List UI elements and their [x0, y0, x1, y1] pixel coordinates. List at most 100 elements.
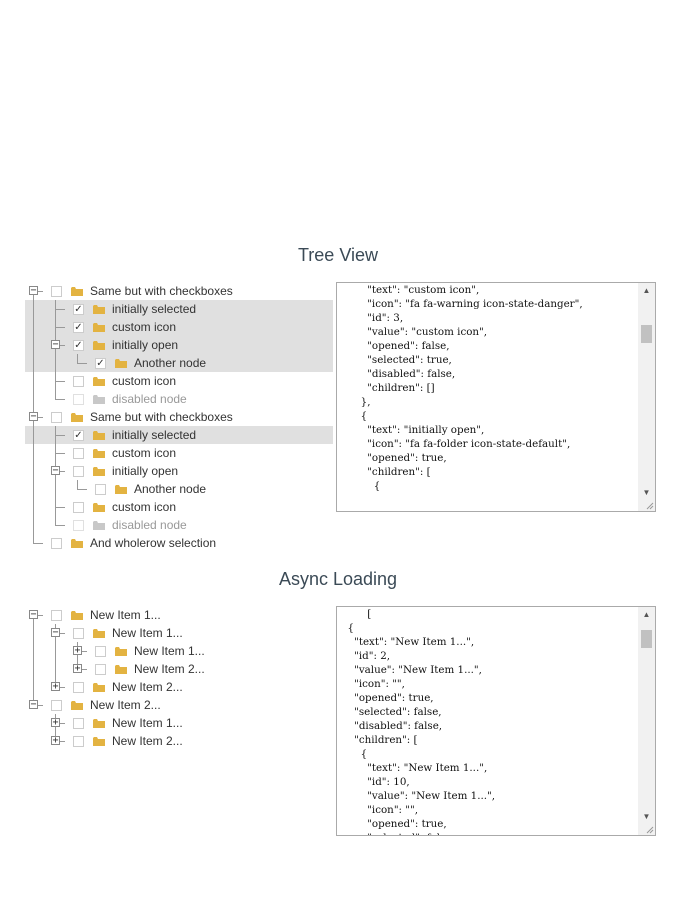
collapse-icon[interactable]: − — [29, 609, 38, 619]
tree-node[interactable]: − ✓ initially open — [25, 336, 333, 354]
collapse-icon[interactable]: − — [51, 465, 60, 475]
json-text: "text": "custom icon", "icon": "fa fa-wa… — [360, 284, 583, 492]
tree-node[interactable]: custom icon — [25, 372, 333, 390]
tree-line — [33, 543, 43, 544]
tree-node[interactable]: custom icon — [25, 444, 333, 462]
checkbox[interactable]: ✓ — [95, 358, 106, 369]
tree-node[interactable]: ✓ initially selected — [25, 300, 333, 318]
checkbox[interactable] — [73, 718, 84, 729]
node-label: Another node — [134, 356, 207, 370]
node-label: New Item 2... — [112, 734, 183, 748]
node-label: custom icon — [112, 374, 177, 388]
tree-node[interactable]: − Same but with checkboxes — [25, 408, 333, 426]
checkbox[interactable] — [73, 520, 84, 531]
node-label: Same but with checkboxes — [90, 284, 233, 298]
scroll-thumb[interactable] — [641, 324, 652, 343]
scroll-thumb[interactable] — [641, 629, 652, 648]
expand-icon[interactable]: + — [73, 663, 82, 673]
checkbox[interactable]: ✓ — [73, 340, 84, 351]
scrollbar[interactable]: ▲ ▼ — [638, 283, 655, 511]
tree-line — [77, 354, 78, 363]
folder-icon — [71, 539, 83, 548]
tree-node[interactable]: − New Item 2... — [25, 696, 333, 714]
checkbox[interactable] — [73, 736, 84, 747]
tree-line — [33, 300, 34, 318]
checkbox[interactable] — [51, 538, 62, 549]
tree-line — [55, 354, 56, 372]
tree-node[interactable]: − Same but with checkboxes — [25, 282, 333, 300]
node-label: initially open — [112, 464, 179, 478]
tree-node[interactable]: + New Item 2... — [25, 732, 333, 750]
collapse-icon[interactable]: − — [51, 339, 60, 349]
tree-node[interactable]: custom icon — [25, 498, 333, 516]
checkbox[interactable] — [51, 286, 62, 297]
expand-icon[interactable]: + — [51, 717, 60, 727]
resize-grip-icon[interactable] — [644, 500, 654, 510]
collapse-icon[interactable]: − — [29, 411, 38, 421]
tree-line — [33, 624, 34, 642]
folder-icon — [93, 629, 105, 638]
checkbox[interactable] — [95, 646, 106, 657]
tree-node[interactable]: + New Item 2... — [25, 678, 333, 696]
checkbox[interactable] — [73, 448, 84, 459]
scroll-down-icon[interactable]: ▼ — [638, 485, 655, 499]
tree-node[interactable]: ✓ custom icon — [25, 318, 333, 336]
checkbox[interactable] — [95, 664, 106, 675]
checkbox[interactable] — [73, 394, 84, 405]
tree-node[interactable]: − initially open — [25, 462, 333, 480]
scroll-down-icon[interactable]: ▼ — [638, 809, 655, 823]
checkbox[interactable] — [51, 610, 62, 621]
tree-view-title: Tree View — [297, 245, 379, 265]
tree-line — [77, 489, 87, 490]
expand-icon[interactable]: + — [73, 645, 82, 655]
folder-icon — [93, 341, 105, 350]
checkbox[interactable] — [73, 466, 84, 477]
checkbox[interactable] — [73, 682, 84, 693]
tree-line — [77, 480, 78, 489]
folder-icon — [115, 647, 127, 656]
checkbox[interactable]: ✓ — [73, 430, 84, 441]
tree-line — [33, 426, 34, 444]
node-label: New Item 1... — [112, 626, 183, 640]
node-label: disabled node — [112, 518, 187, 532]
tree-node[interactable]: And wholerow selection — [25, 534, 333, 552]
checkbox[interactable] — [73, 628, 84, 639]
checkbox[interactable] — [51, 700, 62, 711]
scrollbar[interactable]: ▲ ▼ — [638, 607, 655, 835]
collapse-icon[interactable]: − — [29, 285, 38, 295]
tree-node[interactable]: + New Item 1... — [25, 714, 333, 732]
expand-icon[interactable]: + — [51, 735, 60, 745]
tree-line — [33, 354, 34, 372]
checkbox[interactable] — [51, 412, 62, 423]
tree-line — [33, 336, 34, 354]
expand-icon[interactable]: + — [51, 681, 60, 691]
tree-node[interactable]: ✓ initially selected — [25, 426, 333, 444]
collapse-icon[interactable]: − — [29, 699, 38, 709]
folder-icon — [71, 701, 83, 710]
scroll-up-icon[interactable]: ▲ — [638, 607, 655, 621]
checkbox[interactable] — [73, 502, 84, 513]
scroll-up-icon[interactable]: ▲ — [638, 283, 655, 297]
tree-node[interactable]: disabled node — [25, 390, 333, 408]
json-textarea-async[interactable]: [ { "text": "New Item 1...", "id": 2, "v… — [336, 606, 656, 836]
tree-node[interactable]: Another node — [25, 480, 333, 498]
tree-node[interactable]: − New Item 1... — [25, 624, 333, 642]
checkbox[interactable]: ✓ — [73, 304, 84, 315]
resize-grip-icon[interactable] — [644, 824, 654, 834]
tree-node[interactable]: + New Item 1... — [25, 642, 333, 660]
collapse-icon[interactable]: − — [51, 627, 60, 637]
tree-line — [55, 390, 56, 399]
json-textarea-tree[interactable]: "text": "custom icon", "icon": "fa fa-wa… — [336, 282, 656, 512]
folder-icon — [93, 719, 105, 728]
node-label: New Item 2... — [112, 680, 183, 694]
checkbox[interactable] — [95, 484, 106, 495]
node-label: custom icon — [112, 446, 177, 460]
tree-node[interactable]: disabled node — [25, 516, 333, 534]
folder-icon — [93, 521, 105, 530]
tree-node[interactable]: ✓ Another node — [25, 354, 333, 372]
tree-node[interactable]: − New Item 1... — [25, 606, 333, 624]
checkbox[interactable]: ✓ — [73, 322, 84, 333]
node-label: New Item 2... — [90, 698, 161, 712]
tree-node[interactable]: + New Item 2... — [25, 660, 333, 678]
checkbox[interactable] — [73, 376, 84, 387]
